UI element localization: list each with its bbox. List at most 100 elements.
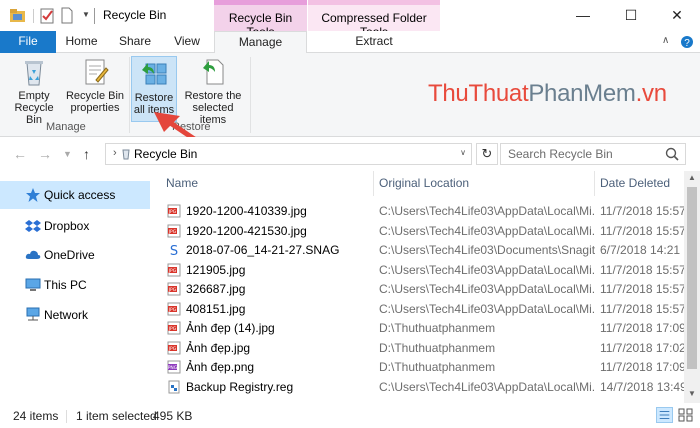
help-icon[interactable]: ? xyxy=(680,35,694,49)
scroll-up-icon[interactable]: ▲ xyxy=(688,173,696,182)
table-row[interactable]: PNG Ảnh đẹp.png D:\Thuthuatphanmem 11/7/201… xyxy=(156,357,684,377)
original-location: D:\Thuthuatphanmem xyxy=(379,321,496,335)
tab-view[interactable]: View xyxy=(163,31,211,53)
tab-extract[interactable]: Extract xyxy=(308,31,440,53)
table-row[interactable]: JPG 326687.jpg C:\Users\Tech4Life03\AppDat… xyxy=(156,279,684,299)
column-header-date[interactable]: Date Deleted xyxy=(600,176,670,198)
dropbox-icon xyxy=(25,220,41,232)
empty-recycle-bin-button[interactable]: Empty Recycle Bin xyxy=(8,56,60,126)
sort-ascending-icon: ⌃ xyxy=(261,171,269,176)
original-location: D:\Thuthuatphanmem xyxy=(379,340,496,355)
breadcrumb-chevron-icon[interactable]: › xyxy=(113,147,117,159)
jpg-file-icon: JPG xyxy=(167,224,181,238)
table-row[interactable]: JPG Ảnh đẹp (14).jpg D:\Thuthuatphanmem 11/… xyxy=(156,318,684,338)
svg-text:JPG: JPG xyxy=(168,209,177,215)
restore-all-label-line1: Restore xyxy=(134,92,174,104)
navigation-pane: Quick access Dropbox OneDrive This PC Ne… xyxy=(0,171,150,403)
refresh-button[interactable]: ↻ xyxy=(476,143,498,165)
properties-check-icon[interactable] xyxy=(40,7,54,24)
table-row[interactable]: Backup Registry.reg C:\Users\Tech4Life03\… xyxy=(156,377,684,397)
address-dropdown-icon[interactable]: ∨ xyxy=(460,148,466,157)
close-button[interactable]: ✕ xyxy=(654,4,700,28)
collapse-ribbon-icon[interactable]: ∧ xyxy=(662,35,669,46)
properties-label-line1: Recycle Bin xyxy=(65,90,125,102)
sidebar-item-network[interactable]: Network xyxy=(0,301,150,329)
sidebar-item-this-pc[interactable]: This PC xyxy=(0,271,150,299)
date-deleted: 14/7/2018 13:49 xyxy=(600,379,684,394)
table-row[interactable]: JPG 408151.jpg C:\Users\Tech4Life03\AppDat… xyxy=(156,299,684,319)
file-name: Ảnh đẹp.jpg xyxy=(186,340,251,355)
png-file-icon: PNG xyxy=(167,360,181,374)
original-location: C:\Users\Tech4Life03\AppData\Local\Mi... xyxy=(379,379,596,394)
vertical-scrollbar[interactable]: ▲ ▼ xyxy=(684,171,700,403)
breadcrumb[interactable]: Recycle Bin xyxy=(134,147,197,161)
chevron-down-icon[interactable]: ▼ xyxy=(82,10,90,19)
column-header-name[interactable]: Name xyxy=(166,176,198,198)
scrollbar-thumb[interactable] xyxy=(687,187,697,369)
file-name: 1920-1200-410339.jpg xyxy=(186,204,307,218)
recent-chevron-down-icon[interactable]: ▼ xyxy=(63,149,72,159)
reg-file-icon xyxy=(167,380,181,394)
address-bar[interactable]: › Recycle Bin ∨ xyxy=(105,143,472,165)
column-separator[interactable] xyxy=(373,171,374,196)
tab-share[interactable]: Share xyxy=(107,31,163,53)
item-count: 24 items xyxy=(13,409,59,423)
group-label-manage: Manage xyxy=(46,121,86,133)
up-arrow-icon[interactable]: ↑ xyxy=(83,146,90,162)
date-deleted: 11/7/2018 15:57 xyxy=(600,262,684,277)
svg-text:JPG: JPG xyxy=(168,268,177,274)
table-row[interactable]: JPG 1920-1200-421530.jpg C:\Users\Tech4Lif… xyxy=(156,221,684,241)
context-tab-compressed-folder-tools: Compressed Folder Tools xyxy=(308,0,440,39)
svg-text:S: S xyxy=(170,244,178,257)
back-arrow-icon[interactable]: ← xyxy=(13,146,27,162)
column-header-location[interactable]: Original Location xyxy=(379,176,469,198)
date-deleted: 11/7/2018 15:57 xyxy=(600,204,684,218)
folder-icon[interactable] xyxy=(9,7,26,24)
properties-icon xyxy=(85,59,109,85)
sidebar-item-onedrive[interactable]: OneDrive xyxy=(0,241,150,269)
network-icon xyxy=(26,307,40,321)
tab-home[interactable]: Home xyxy=(56,31,107,53)
date-deleted: 11/7/2018 17:09 xyxy=(600,360,684,374)
table-row[interactable]: JPG 1920-1200-410339.jpg C:\Users\Tech4Lif… xyxy=(156,201,684,221)
large-icons-view-icon[interactable] xyxy=(677,407,694,423)
status-bar: 24 items 1 item selected 495 KB xyxy=(0,403,700,428)
navigation-bar: ← → ▼ ↑ › Recycle Bin ∨ ↻ Search Recycle… xyxy=(0,137,700,171)
file-name: 408151.jpg xyxy=(186,301,246,316)
watermark-part3: .vn xyxy=(635,80,667,107)
tab-file[interactable]: File xyxy=(0,31,56,53)
table-row[interactable]: JPG 121905.jpg C:\Users\Tech4Life03\AppDat… xyxy=(156,260,684,280)
sidebar-item-label: Dropbox xyxy=(44,219,90,233)
title-separator xyxy=(94,8,95,24)
column-separator[interactable] xyxy=(594,171,595,196)
svg-text:?: ? xyxy=(684,38,690,49)
file-name: 121905.jpg xyxy=(186,262,246,277)
scroll-down-icon[interactable]: ▼ xyxy=(688,389,696,398)
original-location: C:\Users\Tech4Life03\AppData\Local\Mi... xyxy=(379,282,596,296)
restore-all-icon xyxy=(142,63,167,85)
watermark: ThuThuatPhanMem.vn xyxy=(428,80,667,108)
properties-label-line2: properties xyxy=(70,102,120,114)
details-view-icon[interactable] xyxy=(656,407,673,423)
minimize-button[interactable]: — xyxy=(560,4,606,28)
original-location: C:\Users\Tech4Life03\AppData\Local\Mi... xyxy=(379,301,596,316)
jpg-file-icon: JPG xyxy=(167,302,181,316)
table-row[interactable]: JPG Ảnh đẹp.jpg D:\Thuthuatphanmem 11/7/201… xyxy=(156,338,684,358)
tab-manage[interactable]: Manage xyxy=(214,31,307,54)
sidebar-item-label: Network xyxy=(44,308,89,322)
cloud-icon xyxy=(25,250,41,259)
forward-arrow-icon[interactable]: → xyxy=(38,146,52,162)
maximize-button[interactable]: ☐ xyxy=(608,4,654,28)
jpg-file-icon: JPG xyxy=(167,263,181,277)
search-input[interactable]: Search Recycle Bin xyxy=(500,143,686,165)
original-location: D:\Thuthuatphanmem xyxy=(379,360,496,374)
computer-icon xyxy=(25,278,41,291)
sidebar-item-quick-access[interactable]: Quick access xyxy=(0,181,150,209)
sidebar-item-dropbox[interactable]: Dropbox xyxy=(0,212,150,240)
date-deleted: 11/7/2018 17:09 xyxy=(600,321,684,335)
search-icon xyxy=(665,147,679,161)
file-name: Ảnh đẹp.png xyxy=(186,360,255,374)
table-row[interactable]: S 2018-07-06_14-21-27.SNAG C:\Users\Tech4L… xyxy=(156,240,684,260)
recycle-bin-properties-button[interactable]: Recycle Bin properties xyxy=(64,56,126,114)
new-folder-icon[interactable] xyxy=(61,7,73,24)
